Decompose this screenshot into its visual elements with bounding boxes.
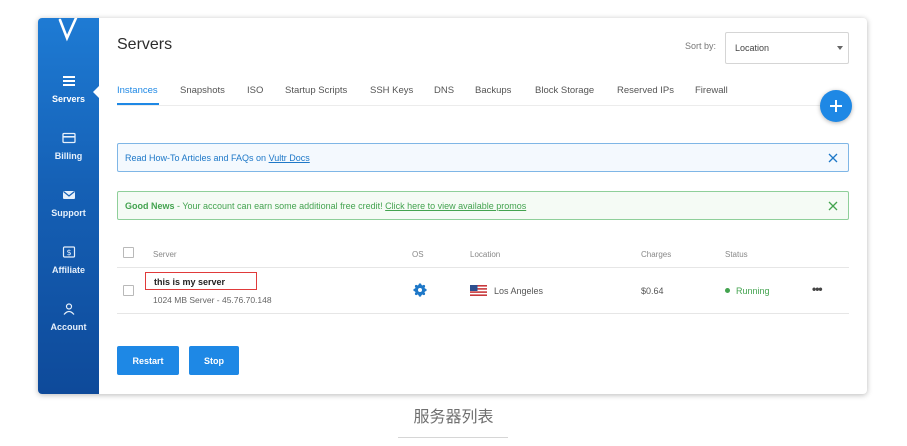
column-location: Location	[470, 250, 501, 259]
table-header: Server OS Location Charges Status	[117, 239, 849, 268]
tab-instances[interactable]: Instances	[117, 85, 158, 96]
promo-alert-title: Good News	[125, 201, 175, 211]
us-flag-icon	[470, 285, 487, 296]
dollar-icon: $	[62, 246, 75, 258]
sidebar-item-affiliate[interactable]: $ Affiliate	[38, 246, 99, 292]
server-location: Los Angeles	[494, 286, 544, 296]
user-icon	[63, 303, 74, 315]
tab-ssh-keys[interactable]: SSH Keys	[370, 85, 413, 96]
add-server-button[interactable]	[820, 90, 852, 122]
status-text: Running	[736, 286, 770, 296]
row-checkbox[interactable]	[123, 285, 134, 296]
server-charges: $0.64	[641, 286, 664, 296]
server-detail: 1024 MB Server - 45.76.70.148	[153, 295, 272, 305]
vultr-logo-icon[interactable]	[57, 18, 79, 42]
sidebar-item-billing[interactable]: Billing	[38, 132, 99, 178]
tab-block-storage[interactable]: Block Storage	[535, 85, 594, 96]
credit-card-icon	[61, 132, 76, 144]
plus-icon	[830, 100, 842, 112]
caption-divider	[398, 437, 508, 438]
chevron-down-icon	[837, 46, 843, 50]
docs-alert-text: Read How-To Articles and FAQs on	[125, 153, 269, 163]
sidebar-item-label: Support	[51, 208, 86, 218]
column-charges: Charges	[641, 250, 672, 259]
sort-select[interactable]: Location	[725, 32, 849, 64]
sidebar-item-label: Billing	[54, 151, 83, 161]
envelope-icon	[62, 191, 75, 199]
app-window: Servers Billing Support $ Affiliate Acco…	[38, 18, 867, 394]
docs-alert: Read How-To Articles and FAQs on Vultr D…	[117, 143, 849, 172]
tab-firewall[interactable]: Firewall	[695, 85, 728, 96]
server-name[interactable]: this is my server	[145, 272, 257, 290]
more-options-icon[interactable]: •••	[812, 282, 823, 296]
select-all-checkbox[interactable]	[123, 247, 134, 258]
promo-alert: Good News - Your account can earn some a…	[117, 191, 849, 220]
sidebar-item-support[interactable]: Support	[38, 189, 99, 235]
column-server: Server	[153, 250, 177, 259]
tab-reserved-ips[interactable]: Reserved IPs	[617, 85, 674, 96]
promos-link[interactable]: Click here to view available promos	[385, 201, 526, 211]
tab-snapshots[interactable]: Snapshots	[180, 85, 225, 96]
status-badge: Running	[725, 286, 770, 296]
freebsd-icon	[413, 283, 427, 297]
close-icon[interactable]	[828, 201, 838, 211]
tab-iso[interactable]: ISO	[247, 85, 263, 96]
stop-button[interactable]: Stop	[189, 346, 239, 375]
restart-button[interactable]: Restart	[117, 346, 179, 375]
figure-caption: 服务器列表	[413, 407, 494, 426]
table-row[interactable]: this is my server 1024 MB Server - 45.76…	[117, 268, 849, 314]
close-icon[interactable]	[828, 153, 838, 163]
sidebar: Servers Billing Support $ Affiliate Acco…	[38, 18, 99, 394]
tab-backups[interactable]: Backups	[475, 85, 511, 96]
promo-alert-text: - Your account can earn some additional …	[174, 201, 386, 211]
column-os: OS	[412, 250, 424, 259]
active-nav-pointer	[93, 85, 100, 99]
sidebar-item-account[interactable]: Account	[38, 303, 99, 349]
sort-label: Sort by:	[685, 41, 717, 51]
tab-startup-scripts[interactable]: Startup Scripts	[285, 85, 347, 96]
sidebar-item-servers[interactable]: Servers	[38, 75, 99, 121]
tabs-divider	[117, 105, 849, 106]
column-status: Status	[725, 250, 748, 259]
status-dot-icon	[725, 288, 730, 293]
vultr-docs-link[interactable]: Vultr Docs	[269, 153, 310, 163]
sort-select-value: Location	[735, 43, 770, 53]
servers-icon	[62, 76, 75, 86]
sidebar-item-label: Account	[50, 322, 87, 332]
page-title: Servers	[117, 36, 173, 53]
svg-text:$: $	[66, 248, 71, 257]
tab-dns[interactable]: DNS	[434, 85, 454, 96]
sidebar-item-label: Servers	[51, 94, 86, 104]
sidebar-item-label: Affiliate	[51, 265, 85, 275]
